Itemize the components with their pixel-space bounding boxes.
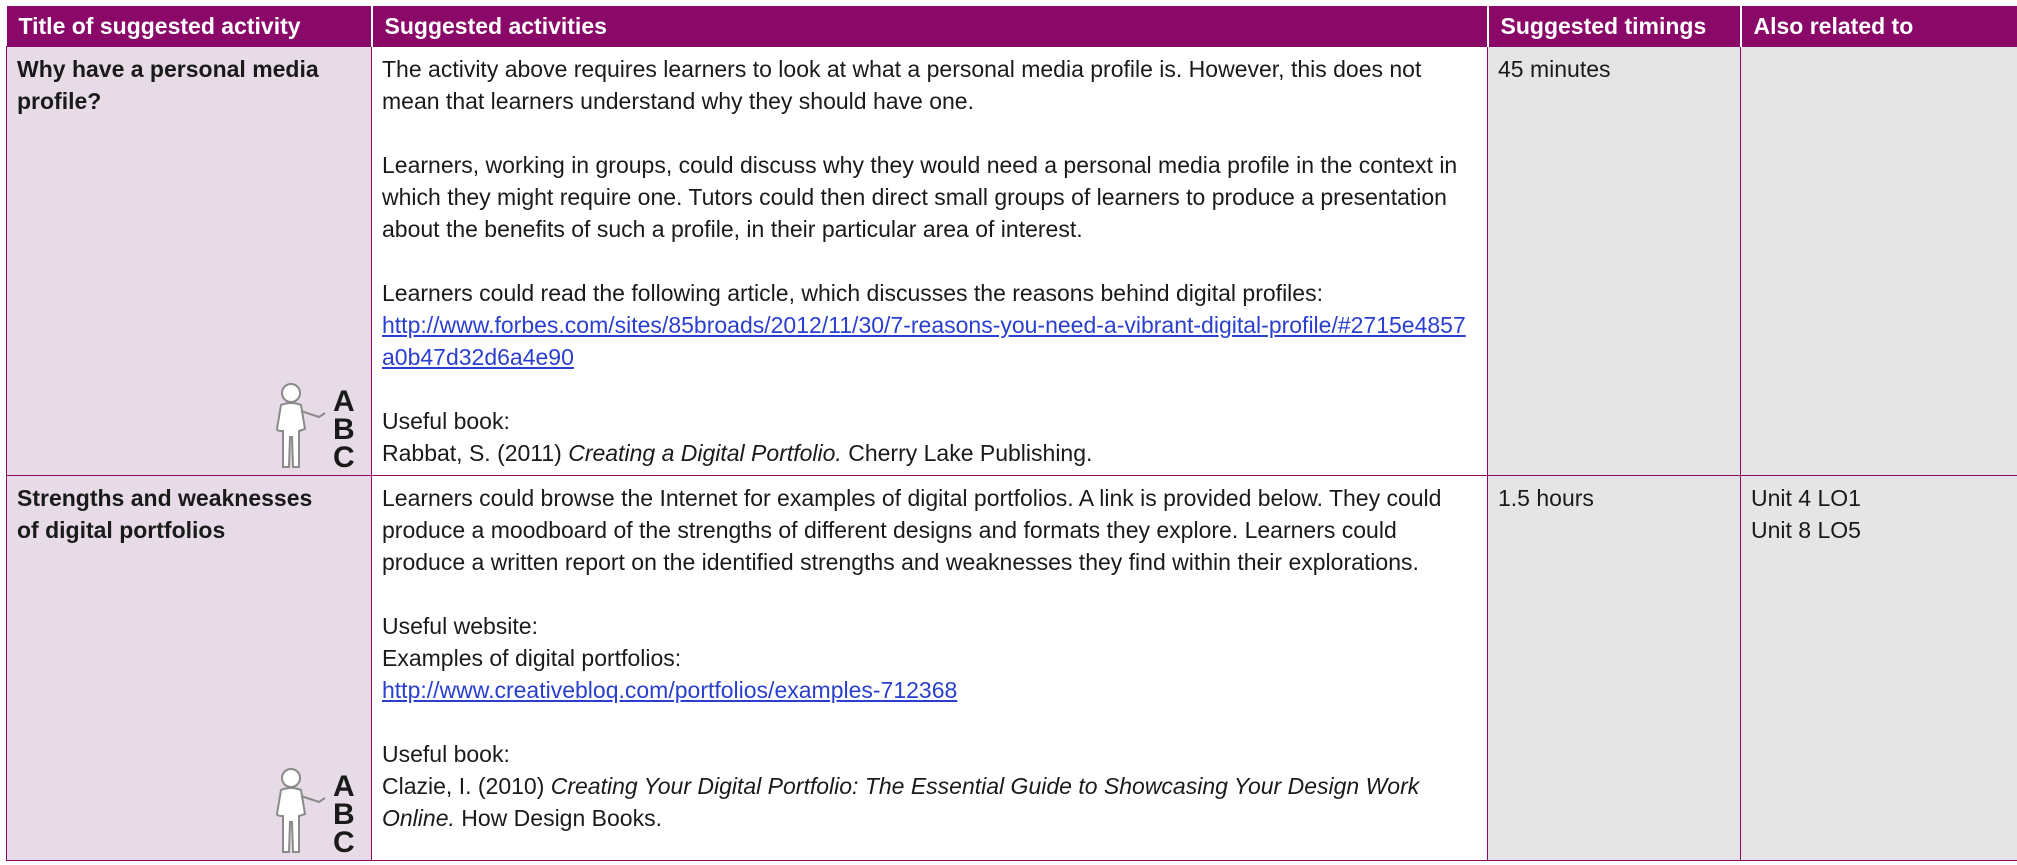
activity-title-cell: Strengths and weaknesses of digital port… [6,475,372,861]
abc-reading-figure-icon: A B C [275,768,355,856]
header-row: Title of suggested activity Suggested ac… [6,6,2017,47]
book-label: Useful book: [382,408,510,434]
timing-cell: 45 minutes [1487,46,1741,476]
website-reference: Useful website: Examples of digital port… [382,610,1477,706]
book-title: Creating a Digital Portfolio. [568,440,842,466]
related-unit: Unit 8 LO5 [1751,517,1861,543]
header-related: Also related to [1739,6,2017,47]
article-intro: Learners could read the following articl… [382,280,1323,306]
header-timings: Suggested timings [1486,6,1741,47]
activities-cell: The activity above requires learners to … [371,46,1488,476]
related-cell [1740,46,2017,476]
svg-text:C: C [333,826,355,856]
activity-table: Title of suggested activity Suggested ac… [6,6,2017,861]
activity-paragraph: The activity above requires learners to … [382,56,1422,114]
website-label: Useful website: [382,613,538,639]
book-reference: Useful book: Rabbat, S. (2011) Creating … [382,405,1477,469]
book-author: Clazie, I. (2010) [382,773,545,799]
table-row: Why have a personal media profile? A B C… [6,46,2017,476]
activity-title: Strengths and weaknesses of digital port… [17,485,313,543]
svg-text:C: C [333,441,355,471]
website-description: Examples of digital portfolios: [382,645,682,671]
activity-paragraph: Learners could browse the Internet for e… [382,485,1442,575]
table-row: Strengths and weaknesses of digital port… [6,475,2017,861]
abc-reading-figure-icon: A B C [275,383,355,471]
book-publisher: How Design Books. [461,805,662,831]
timing-cell: 1.5 hours [1487,475,1741,861]
related-unit: Unit 4 LO1 [1751,485,1861,511]
forbes-article-link[interactable]: http://www.forbes.com/sites/85broads/201… [382,309,1477,373]
creativebloq-link[interactable]: http://www.creativebloq.com/portfolios/e… [382,674,1477,706]
activities-cell: Learners could browse the Internet for e… [371,475,1488,861]
activity-title-cell: Why have a personal media profile? A B C [6,46,372,476]
activity-paragraph: Learners, working in groups, could discu… [382,152,1458,242]
table-header: Title of suggested activity Suggested ac… [6,6,2017,47]
activity-paragraph: Learners could read the following articl… [382,277,1477,373]
book-publisher: Cherry Lake Publishing. [848,440,1093,466]
activity-title: Why have a personal media profile? [17,56,319,114]
header-title: Title of suggested activity [6,6,372,47]
book-author: Rabbat, S. (2011) [382,440,562,466]
timing-value: 45 minutes [1498,56,1611,82]
header-activities: Suggested activities [370,6,1488,47]
timing-value: 1.5 hours [1498,485,1594,511]
book-label: Useful book: [382,741,510,767]
related-cell: Unit 4 LO1 Unit 8 LO5 [1740,475,2017,861]
book-reference: Useful book: Clazie, I. (2010) Creating … [382,738,1477,834]
